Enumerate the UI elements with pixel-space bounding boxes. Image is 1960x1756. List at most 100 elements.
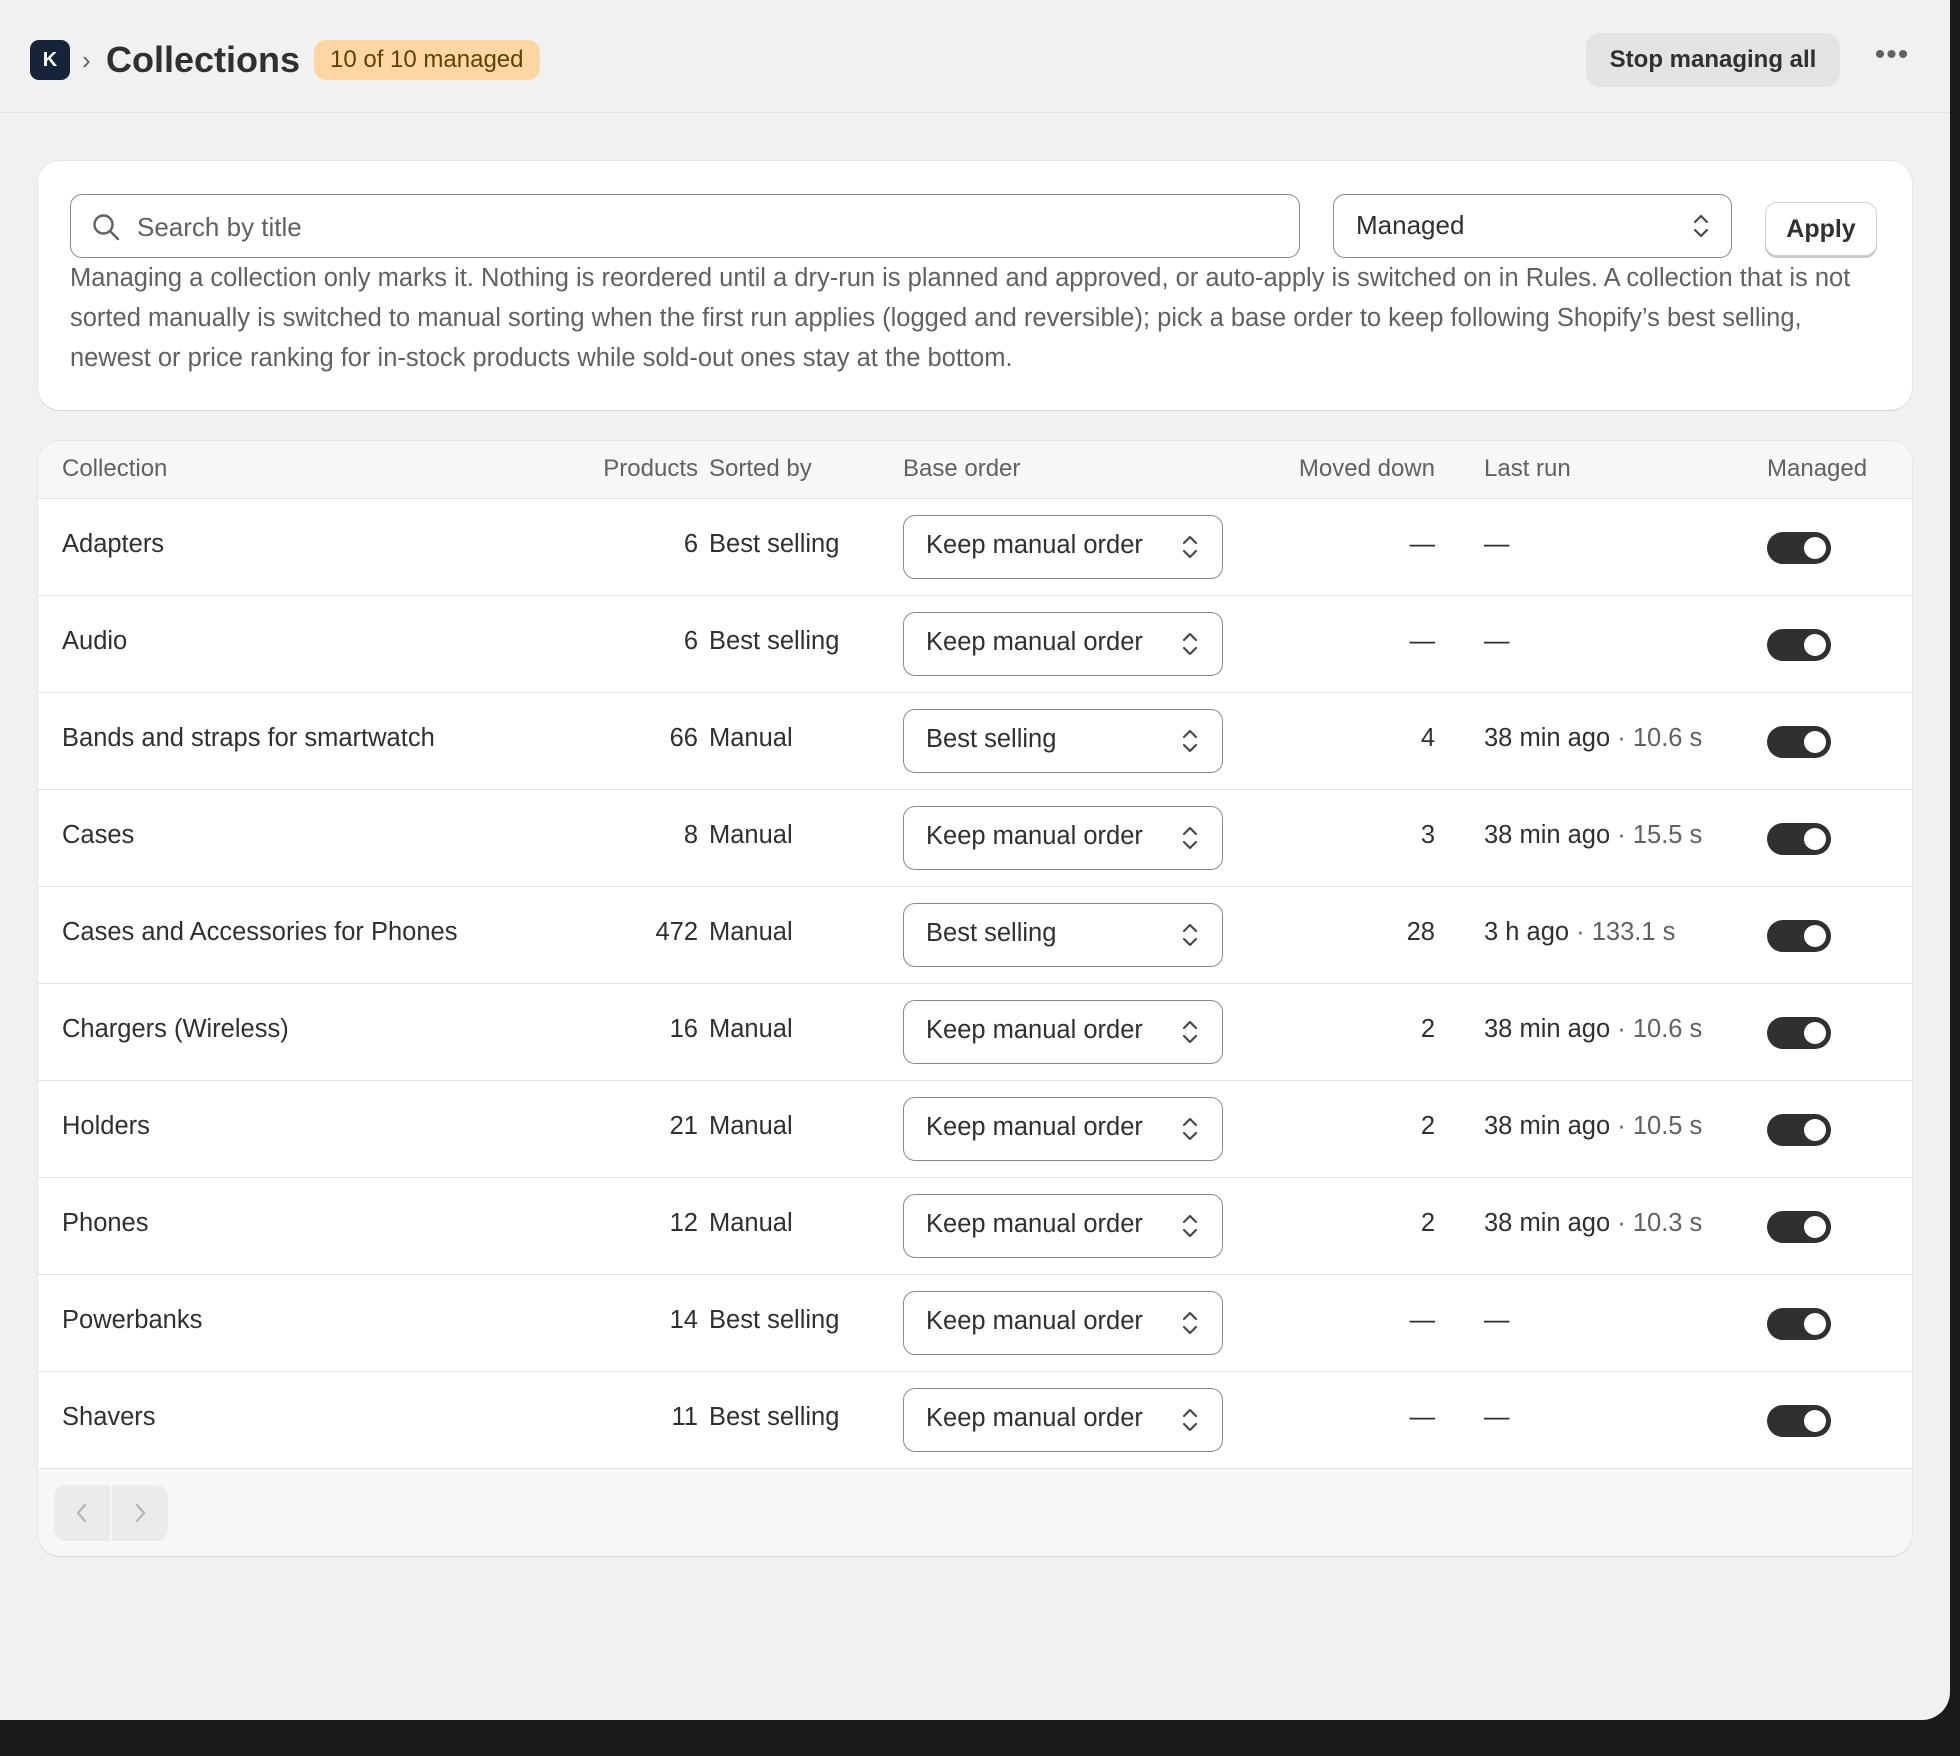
- base-order-select[interactable]: Keep manual order: [903, 1097, 1223, 1161]
- sorted-by-value: Best selling: [709, 1306, 840, 1334]
- base-order-value: Keep manual order: [926, 1113, 1143, 1141]
- table-row[interactable]: Holders 21 Manual Keep manual order 2 38 min …: [38, 1081, 1912, 1178]
- select-chevron-icon: [1182, 535, 1198, 559]
- collection-name[interactable]: Cases: [62, 821, 134, 850]
- last-run-time: —: [1484, 1306, 1510, 1334]
- last-run-value: 38 min ago · 10.5 s: [1484, 1112, 1702, 1141]
- base-order-select[interactable]: Keep manual order: [903, 612, 1223, 676]
- last-run-duration: · 10.6 s: [1610, 1015, 1703, 1043]
- search-icon: [93, 214, 120, 241]
- last-run-time: 38 min ago: [1484, 1209, 1611, 1237]
- search-input[interactable]: [135, 203, 1279, 251]
- stop-managing-all-button[interactable]: Stop managing all: [1586, 33, 1840, 87]
- header-collection[interactable]: Collection: [62, 455, 167, 483]
- base-order-select[interactable]: Keep manual order: [903, 1000, 1223, 1064]
- next-page-button[interactable]: [112, 1485, 168, 1541]
- last-run-value: 38 min ago · 10.6 s: [1484, 724, 1702, 753]
- last-run-value: 38 min ago · 10.3 s: [1484, 1209, 1702, 1238]
- header-managed[interactable]: Managed: [1767, 455, 1867, 483]
- managed-toggle[interactable]: [1767, 823, 1831, 855]
- managed-toggle[interactable]: [1767, 629, 1831, 661]
- breadcrumb-separator-icon: ›: [82, 45, 91, 75]
- pagination: [54, 1485, 168, 1541]
- product-count: 11: [671, 1403, 698, 1431]
- base-order-select[interactable]: Keep manual order: [903, 1194, 1223, 1258]
- moved-down-value: 2: [1420, 1112, 1435, 1140]
- header-base-order[interactable]: Base order: [903, 455, 1020, 483]
- header-last-run[interactable]: Last run: [1484, 455, 1571, 483]
- moved-down-value: —: [1409, 530, 1436, 558]
- header-moved-down[interactable]: Moved down: [1299, 455, 1435, 483]
- managed-toggle[interactable]: [1767, 1405, 1831, 1437]
- table-row[interactable]: Chargers (Wireless) 16 Manual Keep manual o…: [38, 984, 1912, 1081]
- moved-down-value: —: [1409, 627, 1436, 655]
- managed-count-badge: 10 of 10 managed: [314, 40, 540, 80]
- managed-toggle[interactable]: [1767, 1114, 1831, 1146]
- table-row[interactable]: Audio 6 Best selling Keep manual order — —: [38, 596, 1912, 693]
- product-count: 12: [669, 1209, 698, 1237]
- base-order-value: Keep manual order: [926, 822, 1143, 850]
- table-row[interactable]: Cases 8 Manual Keep manual order 3 38 min ago…: [38, 790, 1912, 887]
- table-row[interactable]: Shavers 11 Best selling Keep manual order — —: [38, 1372, 1912, 1469]
- last-run-value: 3 h ago · 133.1 s: [1484, 918, 1675, 947]
- collection-name[interactable]: Holders: [62, 1112, 150, 1141]
- last-run-duration: · 133.1 s: [1569, 918, 1676, 946]
- select-chevron-icon: [1182, 729, 1198, 753]
- base-order-select[interactable]: Keep manual order: [903, 1291, 1223, 1355]
- more-actions-icon[interactable]: •••: [1868, 40, 1916, 80]
- last-run-time: 38 min ago: [1484, 1015, 1611, 1043]
- table-row[interactable]: Phones 12 Manual Keep manual order 2 38 min a…: [38, 1178, 1912, 1275]
- status-filter-select[interactable]: Managed: [1333, 194, 1732, 258]
- sorted-by-value: Best selling: [709, 1403, 840, 1431]
- base-order-select[interactable]: Best selling: [903, 903, 1223, 967]
- last-run-value: —: [1484, 530, 1510, 559]
- last-run-time: —: [1484, 627, 1510, 655]
- base-order-select[interactable]: Keep manual order: [903, 1388, 1223, 1452]
- base-order-value: Keep manual order: [926, 628, 1143, 656]
- collection-name[interactable]: Chargers (Wireless): [62, 1015, 289, 1044]
- collection-name[interactable]: Adapters: [62, 530, 164, 559]
- last-run-time: 3 h ago: [1484, 918, 1570, 946]
- product-count: 8: [683, 821, 698, 849]
- moved-down-value: 2: [1420, 1209, 1435, 1237]
- managed-toggle[interactable]: [1767, 920, 1831, 952]
- base-order-select[interactable]: Keep manual order: [903, 806, 1223, 870]
- managed-toggle[interactable]: [1767, 726, 1831, 758]
- apply-button[interactable]: Apply: [1765, 202, 1877, 256]
- header-sorted-by[interactable]: Sorted by: [709, 455, 812, 483]
- table-row[interactable]: Powerbanks 14 Best selling Keep manual orde…: [38, 1275, 1912, 1372]
- base-order-select[interactable]: Keep manual order: [903, 515, 1223, 579]
- collection-name[interactable]: Shavers: [62, 1403, 156, 1432]
- collection-name[interactable]: Powerbanks: [62, 1306, 202, 1335]
- managed-toggle[interactable]: [1767, 1017, 1831, 1049]
- product-count: 21: [669, 1112, 698, 1140]
- product-count: 6: [683, 627, 698, 655]
- search-field[interactable]: [70, 194, 1300, 258]
- managed-toggle[interactable]: [1767, 532, 1831, 564]
- select-chevron-icon: [1182, 1020, 1198, 1044]
- header-products[interactable]: Products: [603, 455, 698, 483]
- previous-page-button[interactable]: [54, 1485, 110, 1541]
- last-run-value: —: [1484, 627, 1510, 656]
- collection-name[interactable]: Audio: [62, 627, 127, 656]
- collection-name[interactable]: Phones: [62, 1209, 149, 1238]
- table-row[interactable]: Cases and Accessories for Phones 472 Manua…: [38, 887, 1912, 984]
- table-row[interactable]: Adapters 6 Best selling Keep manual order — —: [38, 499, 1912, 596]
- base-order-value: Keep manual order: [926, 531, 1143, 559]
- collection-name[interactable]: Cases and Accessories for Phones: [62, 918, 457, 947]
- base-order-value: Keep manual order: [926, 1404, 1143, 1432]
- table-row[interactable]: Bands and straps for smartwatch 66 Manual B…: [38, 693, 1912, 790]
- managed-toggle[interactable]: [1767, 1308, 1831, 1340]
- select-chevron-icon: [1182, 1408, 1198, 1432]
- app-logo[interactable]: K: [30, 40, 70, 80]
- select-chevron-icon: [1693, 214, 1709, 238]
- moved-down-value: 2: [1420, 1015, 1435, 1043]
- sorted-by-value: Best selling: [709, 627, 840, 655]
- sorted-by-value: Manual: [709, 918, 793, 946]
- sorted-by-value: Best selling: [709, 530, 840, 558]
- base-order-value: Keep manual order: [926, 1210, 1143, 1238]
- select-chevron-icon: [1182, 1311, 1198, 1335]
- base-order-select[interactable]: Best selling: [903, 709, 1223, 773]
- managed-toggle[interactable]: [1767, 1211, 1831, 1243]
- collection-name[interactable]: Bands and straps for smartwatch: [62, 724, 435, 753]
